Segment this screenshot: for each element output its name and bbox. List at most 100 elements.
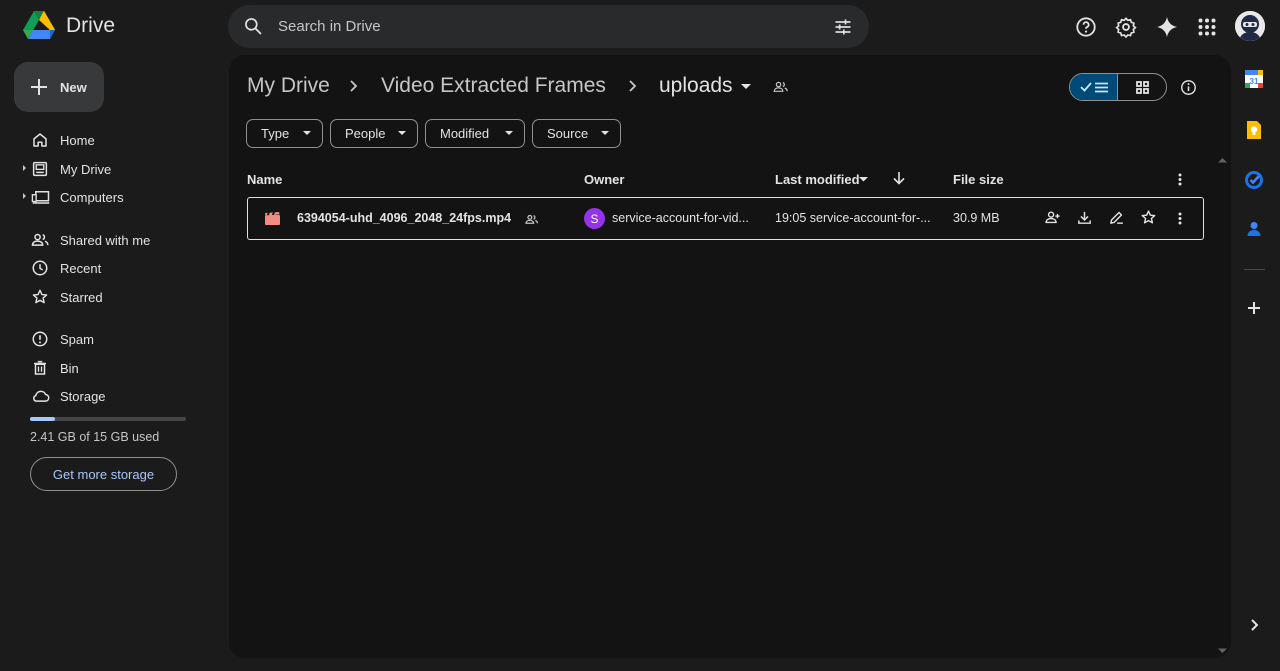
side-panel-divider bbox=[1244, 269, 1265, 270]
plus-icon bbox=[31, 79, 47, 95]
dropdown-arrow-icon bbox=[601, 131, 609, 136]
sidebar-item-my-drive[interactable]: My Drive bbox=[22, 156, 207, 182]
dropdown-arrow-icon bbox=[398, 131, 406, 136]
filter-label: Source bbox=[547, 126, 589, 141]
column-header-name[interactable]: Name bbox=[247, 172, 282, 187]
check-icon bbox=[1079, 82, 1092, 92]
table-row[interactable]: 6394054-uhd_4096_2048_24fps.mp4 S servic… bbox=[247, 197, 1204, 240]
drive-logo[interactable]: Drive bbox=[22, 11, 115, 41]
tasks-icon[interactable] bbox=[1244, 170, 1266, 192]
video-file-icon bbox=[265, 212, 280, 225]
search-input[interactable] bbox=[278, 5, 818, 48]
filter-source[interactable]: Source bbox=[532, 119, 621, 148]
apps-grid-icon[interactable] bbox=[1198, 18, 1216, 36]
storage-usage-fill bbox=[30, 417, 55, 421]
shared-icon bbox=[31, 231, 50, 249]
sidebar-item-label: Recent bbox=[60, 260, 102, 276]
sidebar-item-bin[interactable]: Bin bbox=[22, 355, 207, 381]
scroll-down-arrow-icon[interactable] bbox=[1218, 648, 1227, 654]
rename-edit-icon[interactable] bbox=[1108, 209, 1128, 229]
view-toggle bbox=[1069, 73, 1167, 101]
new-button[interactable]: New bbox=[14, 62, 104, 112]
computers-icon bbox=[31, 188, 51, 206]
file-name: 6394054-uhd_4096_2048_24fps.mp4 bbox=[297, 211, 512, 225]
star-icon bbox=[31, 288, 49, 306]
contacts-icon[interactable] bbox=[1244, 219, 1266, 241]
sidebar-item-label: Spam bbox=[60, 331, 94, 347]
filter-type[interactable]: Type bbox=[246, 119, 323, 148]
sidebar-item-computers[interactable]: Computers bbox=[22, 184, 207, 210]
file-owner: service-account-for-vid... bbox=[612, 211, 749, 225]
filter-people[interactable]: People bbox=[330, 119, 418, 148]
list-view-button[interactable] bbox=[1070, 74, 1118, 100]
search-bar[interactable] bbox=[228, 5, 869, 48]
sidebar-item-label: My Drive bbox=[60, 161, 112, 177]
search-options-icon[interactable] bbox=[833, 17, 853, 37]
calendar-icon[interactable]: 31 bbox=[1244, 69, 1266, 91]
bin-icon bbox=[31, 359, 49, 377]
account-avatar[interactable] bbox=[1235, 11, 1265, 41]
sort-direction-arrow-icon[interactable] bbox=[893, 172, 905, 185]
shared-file-icon bbox=[525, 214, 539, 225]
sidebar-item-home[interactable]: Home bbox=[22, 127, 207, 153]
gemini-icon[interactable] bbox=[1156, 16, 1178, 38]
help-icon[interactable] bbox=[1075, 16, 1097, 38]
spam-icon bbox=[31, 330, 49, 348]
filter-label: Modified bbox=[440, 126, 490, 141]
more-vert-icon[interactable] bbox=[1178, 173, 1182, 186]
column-header-file-size[interactable]: File size bbox=[953, 172, 1004, 187]
filter-modified[interactable]: Modified bbox=[425, 119, 525, 148]
sidebar-item-label: Storage bbox=[60, 388, 106, 404]
sidebar-item-starred[interactable]: Starred bbox=[22, 284, 207, 310]
cloud-icon bbox=[31, 387, 50, 405]
dropdown-arrow-icon bbox=[505, 131, 513, 136]
folder-menu-caret-icon[interactable] bbox=[741, 84, 751, 90]
add-to-starred-icon[interactable] bbox=[1140, 209, 1160, 229]
owner-avatar: S bbox=[584, 208, 605, 229]
new-button-label: New bbox=[60, 79, 87, 95]
file-last-modified: 19:05 service-account-for-... bbox=[775, 211, 931, 225]
filter-label: Type bbox=[261, 126, 290, 141]
dropdown-arrow-icon bbox=[303, 131, 311, 136]
scroll-up-arrow-icon[interactable] bbox=[1218, 157, 1227, 163]
storage-usage-bar bbox=[30, 417, 186, 421]
caret-right-icon[interactable] bbox=[22, 163, 28, 173]
shared-folder-icon bbox=[773, 80, 789, 94]
column-header-last-modified[interactable]: Last modified bbox=[775, 172, 860, 187]
sidebar-item-label: Bin bbox=[60, 360, 79, 376]
more-actions-icon[interactable] bbox=[1178, 212, 1198, 232]
info-icon[interactable] bbox=[1180, 79, 1197, 96]
sidebar-item-recent[interactable]: Recent bbox=[22, 255, 207, 281]
expand-side-panel-chevron-icon[interactable] bbox=[1244, 615, 1266, 637]
share-person-add-icon[interactable] bbox=[1044, 209, 1064, 229]
settings-icon[interactable] bbox=[1115, 16, 1137, 38]
sidebar-item-label: Shared with me bbox=[60, 232, 151, 248]
my-drive-icon bbox=[31, 160, 49, 178]
sort-menu-caret-icon[interactable] bbox=[859, 177, 868, 182]
sidebar-item-storage[interactable]: Storage bbox=[22, 383, 207, 409]
column-header-owner[interactable]: Owner bbox=[584, 172, 624, 187]
sidebar-item-spam[interactable]: Spam bbox=[22, 326, 207, 352]
get-add-ons-plus-icon[interactable] bbox=[1244, 298, 1266, 320]
grid-icon bbox=[1135, 80, 1149, 94]
keep-icon[interactable] bbox=[1244, 120, 1266, 142]
download-icon[interactable] bbox=[1076, 209, 1096, 229]
file-size: 30.9 MB bbox=[953, 211, 1000, 225]
clock-icon bbox=[31, 259, 49, 277]
sidebar-item-label: Computers bbox=[60, 189, 124, 205]
breadcrumb-uploads[interactable]: uploads bbox=[659, 74, 733, 98]
sidebar-item-shared-with-me[interactable]: Shared with me bbox=[22, 227, 207, 253]
drive-logo-icon bbox=[23, 11, 55, 39]
storage-usage-text: 2.41 GB of 15 GB used bbox=[30, 430, 160, 444]
breadcrumb-my-drive[interactable]: My Drive bbox=[247, 74, 330, 98]
sidebar-item-label: Home bbox=[60, 132, 95, 148]
list-icon bbox=[1094, 82, 1108, 92]
get-more-storage-button[interactable]: Get more storage bbox=[30, 457, 177, 491]
chevron-right-icon bbox=[349, 79, 359, 93]
caret-right-icon[interactable] bbox=[22, 191, 28, 201]
svg-text:31: 31 bbox=[1250, 77, 1259, 86]
breadcrumb-video-extracted-frames[interactable]: Video Extracted Frames bbox=[381, 74, 606, 98]
app-name: Drive bbox=[66, 14, 116, 37]
search-icon[interactable] bbox=[243, 16, 263, 36]
grid-view-button[interactable] bbox=[1117, 74, 1166, 100]
